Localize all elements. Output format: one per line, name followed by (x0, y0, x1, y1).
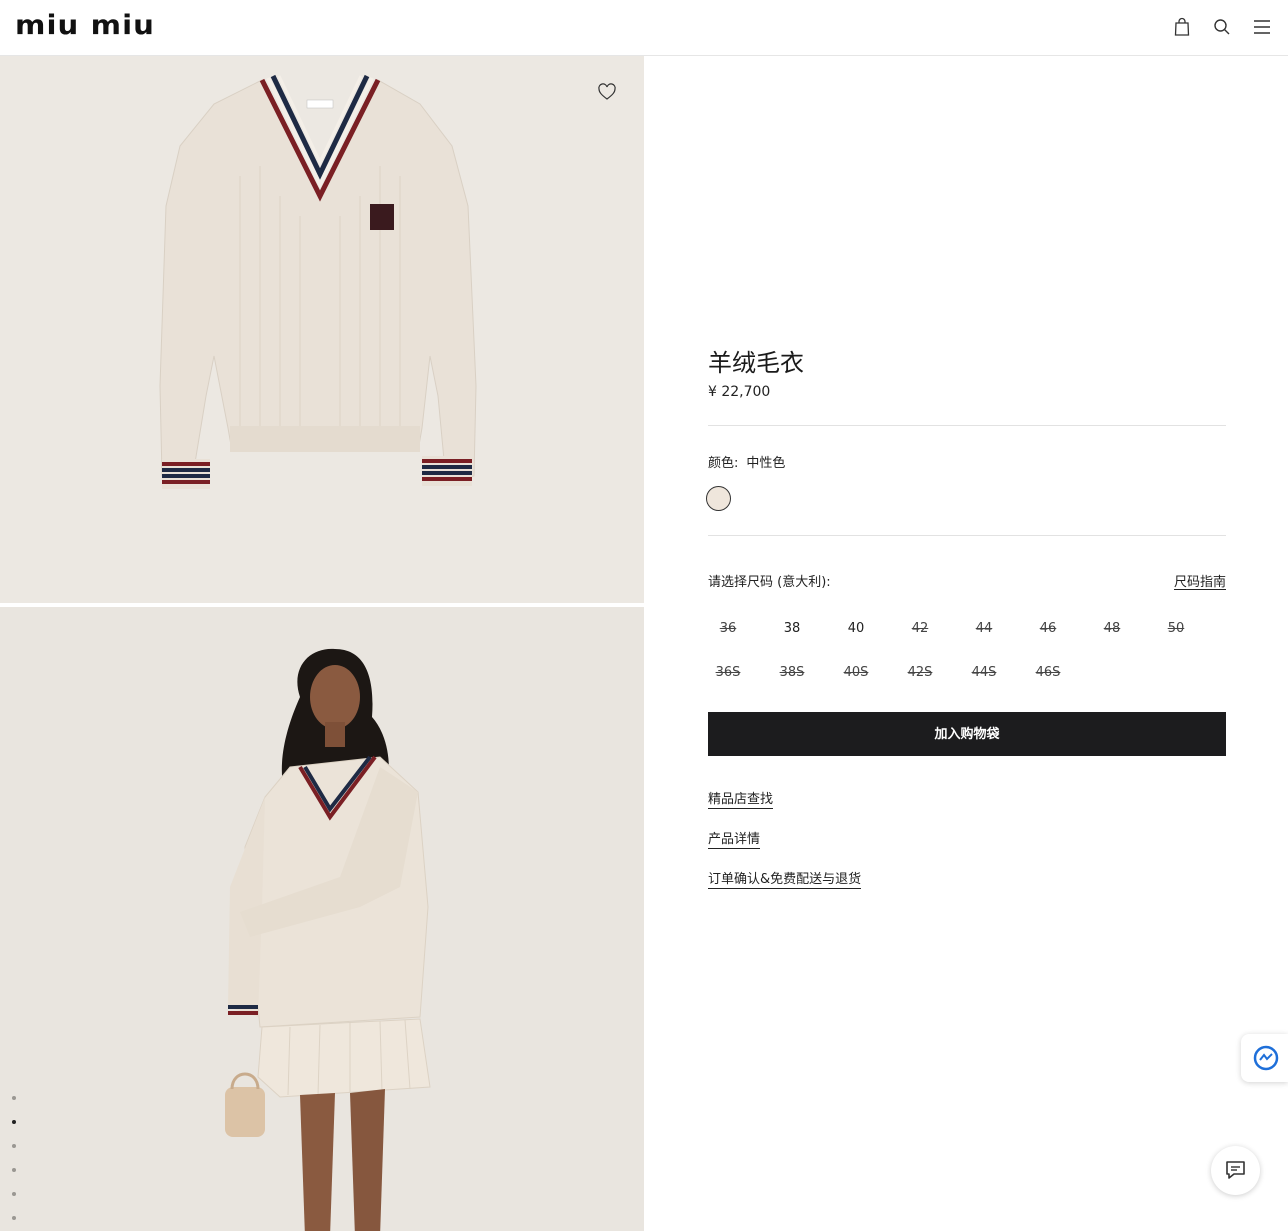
size-guide-link[interactable]: 尺码指南 (1174, 571, 1226, 590)
divider (708, 425, 1226, 426)
size-option-38s[interactable]: 38S (772, 665, 812, 680)
floating-service-widget[interactable] (1241, 1034, 1288, 1082)
size-option-38[interactable]: 38 (772, 621, 812, 636)
color-selector-label: 颜色: 中性色 (708, 452, 785, 471)
size-option-50[interactable]: 50 (1156, 621, 1196, 636)
size-option-48[interactable]: 48 (1092, 621, 1132, 636)
add-to-bag-button[interactable]: 加入购物袋 (708, 712, 1226, 756)
size-option-42[interactable]: 42 (900, 621, 940, 636)
gallery-dot[interactable] (12, 1192, 16, 1196)
size-select-label: 请选择尺码 (意大利): (708, 575, 831, 590)
gallery-dot-active[interactable] (12, 1120, 16, 1124)
size-option-42s[interactable]: 42S (900, 665, 940, 680)
gallery-dot[interactable] (12, 1096, 16, 1100)
size-option-40[interactable]: 40 (836, 621, 876, 636)
chat-icon (1226, 1161, 1245, 1179)
brand-logo[interactable]: miu miu (15, 11, 155, 41)
size-option-44s[interactable]: 44S (964, 665, 1004, 680)
size-option-46[interactable]: 46 (1028, 621, 1068, 636)
search-icon[interactable] (1211, 16, 1233, 38)
color-label: 颜色: (708, 456, 739, 471)
size-option-36[interactable]: 36 (708, 621, 748, 636)
gallery-dot[interactable] (12, 1168, 16, 1172)
size-option-36s[interactable]: 36S (708, 665, 748, 680)
size-option-44[interactable]: 44 (964, 621, 1004, 636)
color-swatch-neutral[interactable] (706, 486, 731, 511)
color-value: 中性色 (746, 456, 786, 471)
product-details-link[interactable]: 产品详情 (708, 828, 761, 849)
product-gallery (0, 56, 644, 1231)
product-image-flat[interactable] (0, 56, 644, 603)
size-option-46s[interactable]: 46S (1028, 665, 1068, 680)
product-image-model[interactable] (0, 607, 644, 1231)
divider (708, 535, 1226, 536)
product-price: ¥ 22,700 (708, 384, 771, 400)
gallery-dot[interactable] (12, 1216, 16, 1220)
gallery-pagination (12, 1096, 20, 1231)
wishlist-heart-icon[interactable] (597, 82, 617, 102)
gallery-dot[interactable] (12, 1144, 16, 1148)
chat-button[interactable] (1211, 1146, 1260, 1195)
product-title: 羊绒毛衣 (708, 349, 804, 377)
store-locator-link[interactable]: 精品店查找 (708, 788, 774, 809)
shipping-returns-link[interactable]: 订单确认&免费配送与退货 (708, 868, 862, 889)
shopping-bag-icon[interactable] (1171, 16, 1193, 38)
size-option-40s[interactable]: 40S (836, 665, 876, 680)
menu-icon[interactable] (1251, 16, 1273, 38)
service-icon (1253, 1045, 1279, 1071)
site-header: miu miu (0, 0, 1288, 56)
